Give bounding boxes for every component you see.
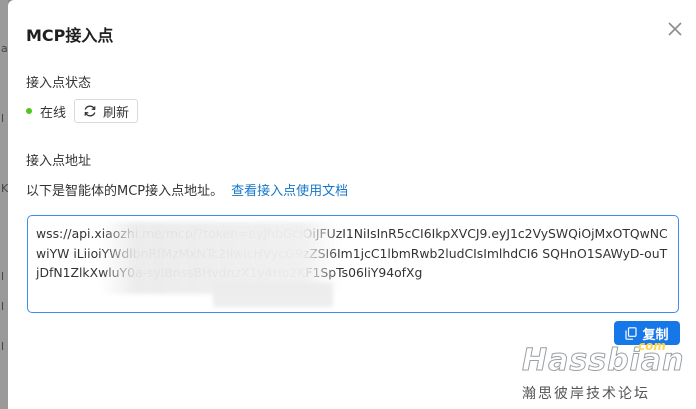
background-text: a [1,42,8,55]
watermark-subtitle: 瀚思彼岸技术论坛 [522,386,650,402]
background-text: l [1,270,5,283]
background-window: a l K l l l [0,0,8,409]
watermark-suffix: com [638,339,666,353]
refresh-label: 刷新 [103,105,130,121]
background-text: l [1,300,5,313]
online-indicator-icon [26,108,32,114]
address-description-text: 以下是智能体的MCP接入点地址。 [26,184,224,199]
refresh-button[interactable]: 刷新 [74,99,139,123]
status-value: 在线 [40,105,67,121]
background-text: l [1,340,5,353]
watermark: Hassbian com 瀚思彼岸技术论坛 [510,335,690,405]
dialog-title: MCP接入点 [26,26,114,45]
doc-link[interactable]: 查看接入点使用文档 [231,184,348,199]
background-text: l [1,112,5,125]
status-label: 接入点状态 [26,76,92,91]
close-icon[interactable] [666,20,684,38]
status-row: 在线 刷新 [26,99,139,123]
address-description: 以下是智能体的MCP接入点地址。 查看接入点使用文档 [26,180,348,199]
redaction-blur [213,283,333,307]
address-label: 接入点地址 [26,154,92,169]
refresh-icon [84,105,96,117]
